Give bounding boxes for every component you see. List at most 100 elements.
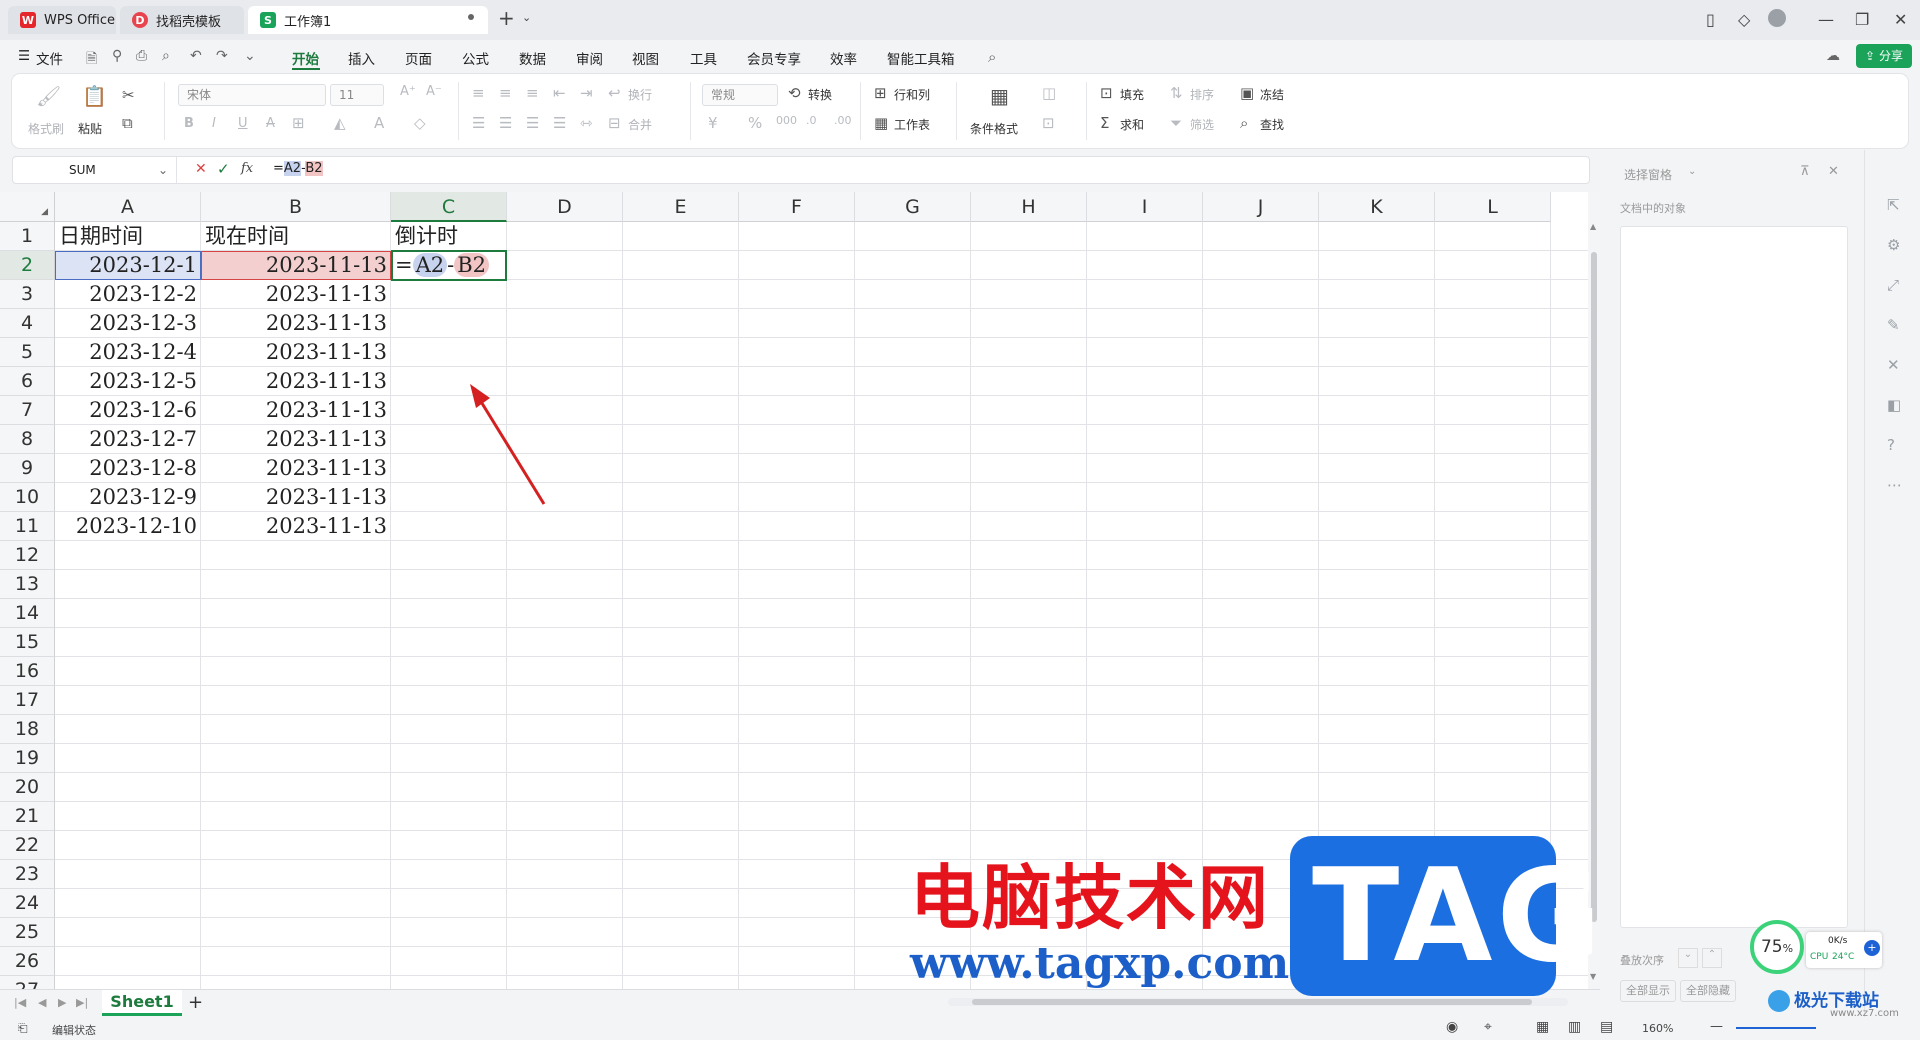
column-header-b[interactable]: B (201, 192, 391, 222)
minimize-icon[interactable]: — (1818, 10, 1834, 29)
name-box[interactable]: SUM ⌄ (13, 157, 177, 183)
row-header-5[interactable]: 5 (0, 338, 55, 367)
decrease-font-icon[interactable]: A⁻ (426, 84, 442, 99)
row-header-6[interactable]: 6 (0, 367, 55, 396)
merge-icon[interactable]: ⊟ (608, 114, 621, 132)
worksheet-icon[interactable]: ▦ (874, 114, 888, 132)
find-button[interactable]: 查找 (1260, 116, 1284, 133)
freeze-icon[interactable]: ▣ (1240, 84, 1254, 102)
distribute-icon[interactable]: ⇿ (580, 114, 593, 132)
scroll-up-icon[interactable]: ▲ (1590, 222, 1596, 231)
bold-icon[interactable]: B (184, 116, 194, 131)
row-header-13[interactable]: 13 (0, 570, 55, 599)
wrap-button[interactable]: 换行 (628, 86, 652, 103)
format-painter-button[interactable]: 格式刷 (28, 120, 64, 137)
worksheet-button[interactable]: 工作表 (894, 116, 930, 133)
cell-a9[interactable]: 2023-12-8 (55, 454, 201, 483)
chevron-down-icon[interactable]: ⌄ (244, 48, 256, 64)
cancel-icon[interactable]: ✕ (195, 161, 207, 177)
next-sheet-icon[interactable]: ▶ (58, 996, 66, 1009)
formula-input[interactable]: =A2-B2 (273, 161, 323, 176)
row-header-2[interactable]: 2 (0, 251, 55, 280)
cell-editor[interactable]: = A2- B2 (395, 251, 490, 280)
decimal-remove-icon[interactable]: .00 (834, 114, 852, 127)
column-header-d[interactable]: D (507, 192, 623, 222)
italic-icon[interactable]: I (212, 116, 216, 131)
select-icon[interactable]: ⇱ (1887, 196, 1900, 214)
menu-review[interactable]: 审阅 (576, 48, 603, 68)
justify-icon[interactable]: ☰ (553, 114, 566, 132)
cell-b6[interactable]: 2023-11-13 (201, 367, 391, 396)
link-icon[interactable]: ⚲ (112, 48, 122, 64)
cell-b10[interactable]: 2023-11-13 (201, 483, 391, 512)
column-header-a[interactable]: A (55, 192, 201, 222)
cell-a1[interactable]: 日期时间 (59, 222, 143, 251)
column-header-f[interactable]: F (739, 192, 855, 222)
cell-b4[interactable]: 2023-11-13 (201, 309, 391, 338)
freeze-button[interactable]: 冻结 (1260, 86, 1284, 103)
row-header-19[interactable]: 19 (0, 744, 55, 773)
cell-b9[interactable]: 2023-11-13 (201, 454, 391, 483)
row-header-8[interactable]: 8 (0, 425, 55, 454)
help-icon[interactable]: ? (1887, 436, 1895, 454)
last-sheet-icon[interactable]: ▶| (76, 996, 88, 1009)
column-header-c[interactable]: C (391, 192, 507, 222)
fill-button[interactable]: 填充 (1120, 86, 1144, 103)
horizontal-scrollbar[interactable] (948, 998, 1568, 1006)
review-icon[interactable]: ◧ (1887, 396, 1901, 414)
filter-icon[interactable]: ⏷ (1170, 114, 1182, 132)
cell-b11[interactable]: 2023-11-13 (201, 512, 391, 541)
format-painter-icon[interactable]: 🖌 (36, 84, 61, 108)
hamburger-icon[interactable]: ☰ (18, 48, 30, 64)
cell-c1[interactable]: 倒计时 (395, 222, 458, 251)
sum-icon[interactable]: Σ (1100, 114, 1109, 132)
row-header-7[interactable]: 7 (0, 396, 55, 425)
first-sheet-icon[interactable]: |◀ (14, 996, 26, 1009)
column-header-e[interactable]: E (623, 192, 739, 222)
confirm-icon[interactable]: ✓ (217, 160, 230, 178)
menu-tools[interactable]: 工具 (690, 48, 717, 68)
row-header-14[interactable]: 14 (0, 599, 55, 628)
prev-sheet-icon[interactable]: ◀ (38, 996, 46, 1009)
convert-icon[interactable]: ⟲ (788, 84, 801, 102)
avatar[interactable] (1768, 9, 1786, 27)
row-header-24[interactable]: 24 (0, 889, 55, 918)
new-tab-button[interactable]: + (498, 6, 515, 30)
chevron-down-icon[interactable]: ⌄ (1688, 166, 1696, 177)
menu-smart-toolbox[interactable]: 智能工具箱 (887, 48, 955, 68)
row-header-21[interactable]: 21 (0, 802, 55, 831)
row-header-26[interactable]: 26 (0, 947, 55, 976)
menu-efficiency[interactable]: 效率 (830, 48, 857, 68)
cell-a6[interactable]: 2023-12-5 (55, 367, 201, 396)
conditional-format-icon[interactable]: ▦ (990, 84, 1009, 108)
row-header-15[interactable]: 15 (0, 628, 55, 657)
unsaved-dot-icon[interactable] (468, 14, 474, 20)
page-layout-icon[interactable]: ▥ (1568, 1019, 1581, 1035)
undo-icon[interactable]: ↶ (190, 48, 202, 64)
cloud-icon[interactable]: ☁ (1826, 48, 1840, 64)
row-header-12[interactable]: 12 (0, 541, 55, 570)
underline-icon[interactable]: U (238, 116, 248, 131)
fx-icon[interactable]: fx (241, 161, 253, 176)
cell-a2[interactable]: 2023-12-1 (55, 251, 201, 280)
clear-icon[interactable]: ◇ (414, 114, 426, 132)
wrap-icon[interactable]: ↩ (608, 84, 621, 102)
chevron-down-icon[interactable]: ⌄ (522, 11, 531, 24)
increase-font-icon[interactable]: A⁺ (400, 84, 416, 99)
cell-b8[interactable]: 2023-11-13 (201, 425, 391, 454)
sort-button[interactable]: 排序 (1190, 86, 1214, 103)
paste-icon[interactable]: 📋 (82, 84, 107, 108)
currency-icon[interactable]: ¥ (708, 114, 718, 132)
fill-icon[interactable]: ⊡ (1100, 84, 1113, 102)
objects-list[interactable] (1620, 226, 1848, 928)
menu-vip[interactable]: 会员专享 (747, 48, 801, 68)
style-icon[interactable]: ✎ (1887, 316, 1900, 334)
filter-button[interactable]: 筛选 (1190, 116, 1214, 133)
row-header-22[interactable]: 22 (0, 831, 55, 860)
row-header-3[interactable]: 3 (0, 280, 55, 309)
search-icon[interactable]: ⌕ (988, 48, 996, 66)
column-header-k[interactable]: K (1319, 192, 1435, 222)
cell-b5[interactable]: 2023-11-13 (201, 338, 391, 367)
menu-formula[interactable]: 公式 (462, 48, 489, 68)
cell-b7[interactable]: 2023-11-13 (201, 396, 391, 425)
